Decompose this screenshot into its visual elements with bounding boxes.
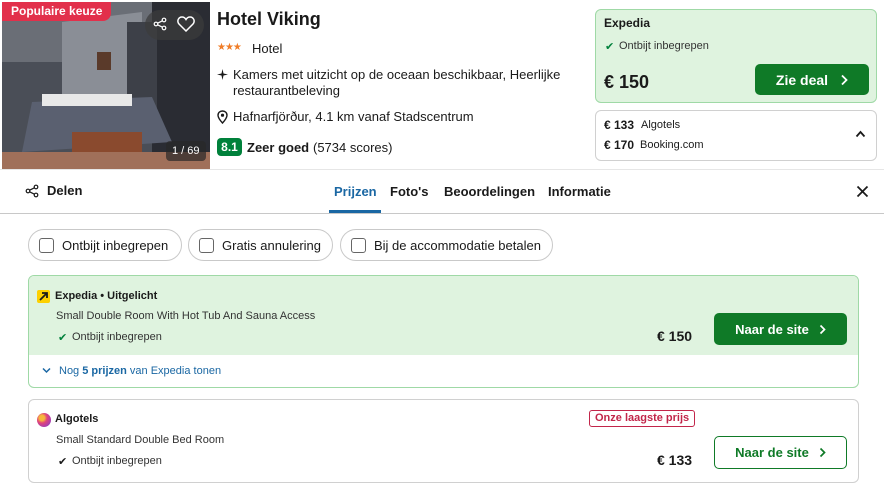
chevron-up-icon[interactable] [855, 130, 866, 138]
lowest-price-badge: Onze laagste prijs [589, 410, 696, 427]
expedia-logo-icon [37, 290, 50, 303]
offer-breakfast: Ontbijt inbegrepen [72, 455, 162, 467]
more-prices-count: 5 prijzen [82, 365, 127, 377]
close-icon[interactable] [856, 185, 869, 198]
share-icon[interactable] [25, 184, 39, 198]
checkbox[interactable] [199, 237, 214, 253]
share-button[interactable]: Delen [47, 183, 82, 198]
see-deal-button[interactable]: Zie deal [755, 64, 869, 95]
location-text: Hafnarfjörður, 4.1 km vanaf Stadscentrum [233, 109, 474, 124]
checkbox[interactable] [39, 237, 54, 253]
hotel-type: Hotel [252, 41, 283, 56]
offer-provider: Algotels [55, 413, 99, 425]
score-count: (5734 scores) [313, 140, 393, 155]
see-deal-label: Zie deal [775, 71, 829, 88]
filter-label: Gratis annulering [222, 237, 321, 253]
offer-price: € 150 [657, 328, 693, 344]
go-to-site-label: Naar de site [735, 445, 809, 460]
tab-prices[interactable]: Prijzen [334, 184, 377, 199]
other-deal-provider: Booking.com [640, 139, 704, 151]
hotel-name[interactable]: Hotel Viking [217, 9, 321, 30]
deal-provider: Expedia [604, 16, 651, 30]
go-to-site-label: Naar de site [735, 321, 809, 337]
filter-pay-at-property[interactable]: Bij de accommodatie betalen [340, 229, 553, 261]
filter-label: Bij de accommodatie betalen [374, 237, 541, 253]
algotels-logo-icon [37, 413, 51, 427]
detail-tabbar [0, 169, 884, 214]
checkbox[interactable] [351, 237, 366, 253]
deal-breakfast: Ontbijt inbegrepen [619, 40, 709, 52]
other-deal-provider: Algotels [641, 119, 681, 131]
check-icon: ✔ [58, 456, 68, 468]
active-tab-indicator [329, 210, 381, 213]
go-to-site-button[interactable]: Naar de site [714, 436, 847, 469]
other-deal-price: € 170 [604, 138, 635, 152]
score-word: Zeer goed [247, 140, 310, 155]
deal-price: € 150 [604, 72, 650, 92]
sparkle-icon [216, 68, 229, 81]
score-badge: 8.1 [217, 138, 242, 156]
chevron-down-icon[interactable] [42, 367, 51, 374]
more-prices-prefix: Nog [59, 365, 83, 377]
photo-counter: 1 / 69 [166, 141, 206, 161]
tab-information[interactable]: Informatie [548, 184, 611, 199]
chevron-right-icon [819, 447, 826, 458]
go-to-site-button[interactable]: Naar de site [714, 313, 847, 345]
offer-price: € 133 [657, 452, 693, 468]
location-pin-icon [217, 110, 228, 124]
filter-label: Ontbijt inbegrepen [62, 237, 169, 253]
star-rating: ★★★ [217, 42, 242, 53]
amenities-text: Kamers met uitzicht op de oceaan beschik… [233, 67, 561, 98]
filter-breakfast[interactable]: Ontbijt inbegrepen [28, 229, 182, 261]
more-prices-link[interactable]: Nog 5 prijzen van Expedia tonen [59, 365, 221, 377]
other-deals-card[interactable] [595, 110, 877, 161]
tab-reviews[interactable]: Beoordelingen [444, 184, 535, 199]
more-prices-suffix: van Expedia tonen [126, 365, 222, 377]
tab-photos[interactable]: Foto's [390, 184, 428, 199]
offer-room: Small Double Room With Hot Tub And Sauna… [56, 310, 316, 322]
popular-badge: Populaire keuze [2, 2, 112, 21]
check-icon: ✔ [58, 332, 68, 344]
chevron-right-icon [840, 74, 848, 86]
chevron-right-icon [819, 324, 826, 335]
other-deal-price: € 133 [604, 118, 635, 132]
filter-free-cancellation[interactable]: Gratis annulering [188, 229, 333, 261]
offer-breakfast: Ontbijt inbegrepen [72, 331, 162, 343]
share-icon[interactable] [153, 17, 167, 31]
offer-room: Small Standard Double Bed Room [56, 434, 225, 446]
heart-icon[interactable] [177, 16, 195, 32]
offer-provider: Expedia • Uitgelicht [55, 290, 158, 302]
check-icon: ✔ [605, 41, 615, 53]
